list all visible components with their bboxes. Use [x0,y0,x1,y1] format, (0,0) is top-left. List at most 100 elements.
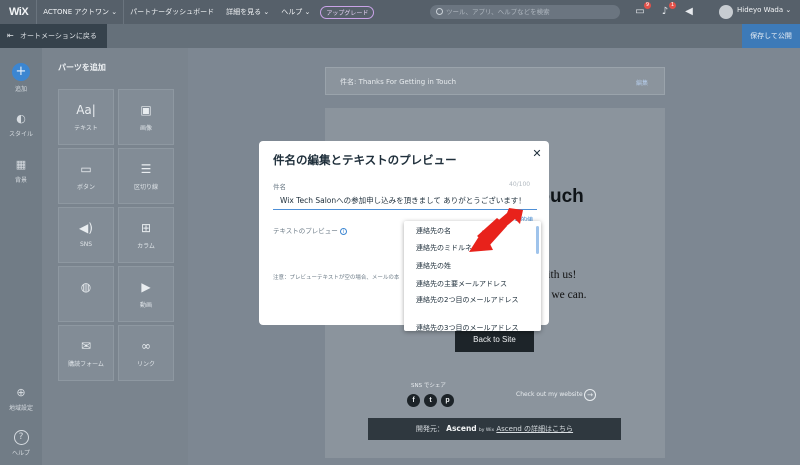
char-count: 40/100 [509,181,531,188]
twitter-icon[interactable]: t [424,394,437,407]
part-label: 動画 [139,302,152,309]
part-link[interactable]: ∞ リンク [118,325,174,381]
text-icon: Aa| [76,103,96,117]
search-input[interactable]: ツール、アプリ、ヘルプなどを検索 [430,5,620,19]
link-icon: ∞ [141,339,151,353]
part-label: ボタン [76,184,95,191]
ascend-logo: Ascend [446,424,477,433]
email-footer: 開発元： Ascend by Wix Ascend の詳細はこちら [368,418,621,440]
rail-background-button[interactable]: ▦ 背景 [0,158,42,184]
footer-prefix: 開発元： [415,425,444,433]
part-label: SNS [79,241,93,248]
part-video[interactable]: ▶ 動画 [118,266,174,322]
rail-style-button[interactable]: ◐ スタイル [0,112,42,138]
back-to-automations-button[interactable]: ⇤ オートメーションに戻る [0,24,107,48]
editor-toolbar [0,24,800,48]
rail-background-label: 背景 [14,177,27,184]
alert-badge: 1 [668,2,676,9]
question-icon: ? [13,430,29,445]
preview-text-label: テキストのプレビュー i [273,225,347,235]
preview-note: 注意：プレビューテキストが空の場合、メールの本 [273,275,400,281]
partner-dashboard-link[interactable]: パートナーダッシュボード [124,7,220,17]
part-label: カラム [137,243,155,250]
chat-icon[interactable]: ▭ 9 [634,2,651,18]
back-to-site-button[interactable]: Back to Site [455,328,534,352]
bell-icon[interactable]: ♪ 1 [659,2,676,18]
part-text[interactable]: Aa| テキスト [58,89,114,145]
chevron-down-icon: ⌄ [263,8,270,16]
help-label: ヘルプ [281,8,303,16]
part-label: 画像 [139,125,152,132]
chevron-down-icon: ⌄ [111,8,118,16]
rail-region-button[interactable]: ⊕ 地域設定 [0,386,42,412]
notification-badge: 9 [643,2,651,9]
part-label: 区切り線 [133,184,158,191]
part-label: リンク [136,361,155,368]
checkout-website-link[interactable]: Check out my website [516,391,583,398]
coupon-icon: ◍ [80,280,92,294]
close-icon[interactable]: ✕ [530,147,544,161]
part-coupon[interactable]: ◍ [58,266,114,322]
edit-subject-link[interactable]: 編集 [636,78,648,87]
subject-prefix: 件名: [340,78,357,86]
part-divider[interactable]: ☰ 区切り線 [118,148,174,204]
info-icon[interactable]: i [339,227,347,235]
help-menu[interactable]: ヘルプ ⌄ [275,7,316,17]
footer-by: by Wix [478,428,495,433]
top-bar: WiX ACTONE アクトワン ⌄ パートナーダッシュボード 詳細を見る ⌄ … [0,0,800,24]
part-label: テキスト [74,125,98,132]
upgrade-button[interactable]: アップグレード [320,5,375,19]
rail-help-button[interactable]: ? ヘルプ [0,430,42,457]
part-subscribe-form[interactable]: ✉ 購読フォーム [58,325,114,381]
user-menu[interactable]: Hideyo Wada ⌄ [737,6,791,14]
dropdown-scrollbar[interactable] [536,226,539,254]
button-icon: ▭ [80,162,92,176]
learn-more-menu[interactable]: 詳細を見る ⌄ [220,7,275,17]
subject-line: 件名: Thanks For Getting in Touch [340,77,456,87]
arrow-right-icon[interactable]: → [584,389,596,401]
rail-add-button[interactable]: + 追加 [0,63,42,93]
save-publish-button[interactable]: 保存して公開 [742,24,800,48]
columns-icon: ⊞ [140,221,152,235]
video-icon: ▶ [141,280,151,294]
site-selector[interactable]: ACTONE アクトワン ⌄ [37,7,123,17]
megaphone-icon[interactable]: ◀ [683,6,695,18]
wix-logo[interactable]: WiX [0,6,36,18]
palette-icon: ◐ [16,112,26,125]
dropdown-option[interactable]: 連絡先の姓 [416,260,531,272]
search-placeholder: ツール、アプリ、ヘルプなどを検索 [446,8,550,16]
divider-icon: ☰ [140,162,152,176]
rail-add-label: 追加 [14,86,27,93]
parts-panel-title: パーツを追加 [58,63,106,72]
learn-more-label: 詳細を見る [226,8,262,16]
dialog-title: 件名の編集とテキストのプレビュー [273,153,457,167]
annotation-arrow-icon [469,208,523,252]
arrow-left-icon: ⇤ [7,31,14,40]
avatar[interactable] [719,5,733,19]
ascend-details-link[interactable]: Ascend の詳細はこちら [496,425,573,433]
image-icon: ▣ [140,103,152,117]
site-name: ACTONE アクトワン [43,8,110,16]
part-button[interactable]: ▭ ボタン [58,148,114,204]
chevron-down-icon: ⌄ [785,6,792,14]
pinterest-icon[interactable]: p [441,394,454,407]
search-icon [436,8,443,15]
part-sns[interactable]: ◀︎) SNS [58,207,114,263]
globe-icon: ⊕ [16,386,26,399]
part-image[interactable]: ▣ 画像 [118,89,174,145]
megaphone-icon: ◀︎) [79,221,93,235]
email-body-line-2[interactable]: s we can. [544,289,586,301]
dropdown-option[interactable]: 連絡先の主要メールアドレス [416,278,531,290]
facebook-icon[interactable]: f [407,394,420,407]
share-label: SNS でシェア [411,383,446,389]
preview-label-text: テキストのプレビュー [273,227,338,235]
subject-text: Thanks For Getting in Touch [358,78,457,86]
user-name: Hideyo Wada [737,6,784,14]
chevron-down-icon: ⌄ [304,8,311,16]
subject-field-label: 件名 [273,183,286,191]
dropdown-option[interactable]: 連絡先の3つ目のメールアドレス [416,322,531,331]
part-columns[interactable]: ⊞ カラム [118,207,174,263]
plus-icon: + [12,63,30,81]
dropdown-option[interactable]: 連絡先の2つ目のメールアドレス [416,294,531,306]
rail-region-label: 地域設定 [8,405,33,412]
